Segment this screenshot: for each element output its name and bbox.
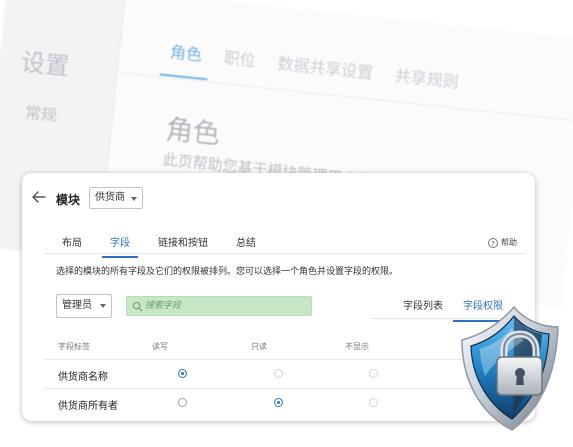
tab-links-buttons[interactable]: 链接和按钮 [158, 234, 208, 249]
table-row: 供货商名称 [44, 359, 524, 388]
read-write-radio[interactable] [178, 398, 187, 407]
panel-tabs: 布局 字段 链接和按钮 总结 [62, 234, 284, 258]
chevron-down-icon [131, 197, 137, 201]
read-write-radio[interactable] [178, 369, 187, 378]
tab-fields[interactable]: 字段 [102, 234, 138, 258]
hidden-radio[interactable] [369, 369, 378, 378]
background-tab-roles: 角色 [169, 38, 203, 65]
app-stage: 设置 常规 角色 职位 数据共享设置 共享规则 角色 此页帮助您基于模块管理用户… [0, 0, 573, 447]
permissions-table: 字段标签 读写 只读 不显示 供货商名称 供货商所有者 [44, 333, 524, 417]
back-arrow-icon[interactable] [31, 190, 47, 204]
field-search-box[interactable] [126, 296, 312, 316]
search-icon [132, 301, 143, 312]
shield-lock-icon [461, 305, 559, 431]
column-read-only: 只读 [251, 342, 267, 351]
tab-layout[interactable]: 布局 [62, 234, 82, 249]
table-header: 字段标签 读写 只读 不显示 [44, 333, 524, 359]
role-select-value: 管理员 [62, 300, 92, 311]
background-tab-positions: 职位 [222, 48, 257, 71]
role-select[interactable]: 管理员 [56, 294, 112, 318]
row-field-label: 供货商名称 [58, 372, 108, 383]
column-field-label: 字段标签 [58, 342, 90, 351]
hidden-radio[interactable] [369, 398, 378, 407]
field-search-input[interactable] [145, 298, 305, 314]
background-page-title: 角色 [164, 114, 222, 151]
column-hidden: 不显示 [345, 342, 369, 351]
tab-field-list[interactable]: 字段列表 [393, 297, 453, 312]
module-label: 模块 [56, 193, 81, 207]
background-tabs: 角色 职位 数据共享设置 共享规则 [169, 38, 460, 92]
column-read-write: 读写 [152, 342, 168, 351]
panel-description: 选择的模块的所有字段及它们的权限被排列。您可以选择一个角色并设置字段的权限。 [56, 267, 399, 277]
chevron-down-icon [100, 304, 106, 308]
table-row: 供货商所有者 [44, 388, 524, 417]
help-label: 帮助 [501, 238, 517, 247]
background-sidebar-title: 设置 [19, 47, 71, 81]
module-select[interactable]: 供货商 [89, 187, 143, 209]
background-sidebar-item: 常规 [24, 102, 58, 125]
help-link[interactable]: ? 帮助 [488, 237, 517, 248]
tabs-divider [44, 253, 525, 254]
module-select-value: 供货商 [95, 192, 125, 203]
background-tab-sharing-rules: 共享规则 [393, 66, 460, 92]
help-icon: ? [488, 237, 498, 248]
read-only-radio[interactable] [274, 369, 283, 378]
tab-summary[interactable]: 总结 [236, 234, 256, 249]
row-field-label: 供货商所有者 [58, 401, 118, 412]
background-tab-data-sharing: 数据共享设置 [276, 53, 375, 83]
read-only-radio[interactable] [274, 398, 283, 407]
